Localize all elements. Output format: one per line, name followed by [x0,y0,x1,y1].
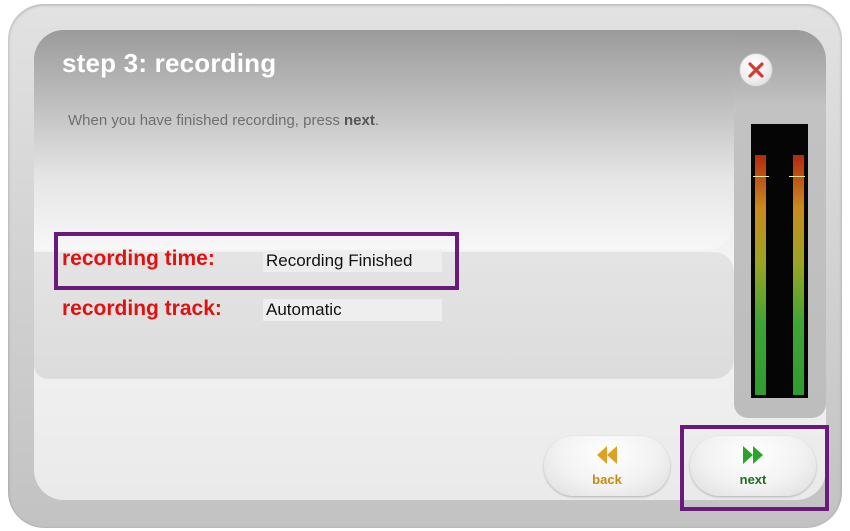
recording-track-value: Automatic [263,299,442,321]
level-meter-left-channel [755,155,766,395]
instruction-suffix: . [374,112,379,129]
recording-wizard-screen: step 3: recording When you have finished… [0,0,850,531]
title-area: step 3: recording When you have finished… [34,30,734,250]
next-button[interactable]: next [690,436,816,496]
level-meter-right-channel [793,155,804,395]
back-button-label: back [592,472,622,487]
level-meter [751,124,808,398]
recording-time-value: Recording Finished [263,250,442,272]
dialog-title: step 3: recording [62,48,277,78]
instruction-prefix: When you have finished recording, press [68,112,344,129]
recording-track-label: recording track: [62,297,222,320]
left-peak-marker [753,176,769,177]
next-button-label: next [739,472,767,487]
recording-time-label: recording time: [62,247,215,270]
instruction-text: When you have finished recording, press … [68,112,379,129]
close-icon [748,62,764,78]
double-chevron-left-icon [597,446,617,464]
instruction-bold: next [343,112,375,129]
double-chevron-right-icon [743,446,763,464]
close-button[interactable] [739,53,773,87]
back-button[interactable]: back [544,436,670,496]
right-peak-marker [789,176,805,177]
